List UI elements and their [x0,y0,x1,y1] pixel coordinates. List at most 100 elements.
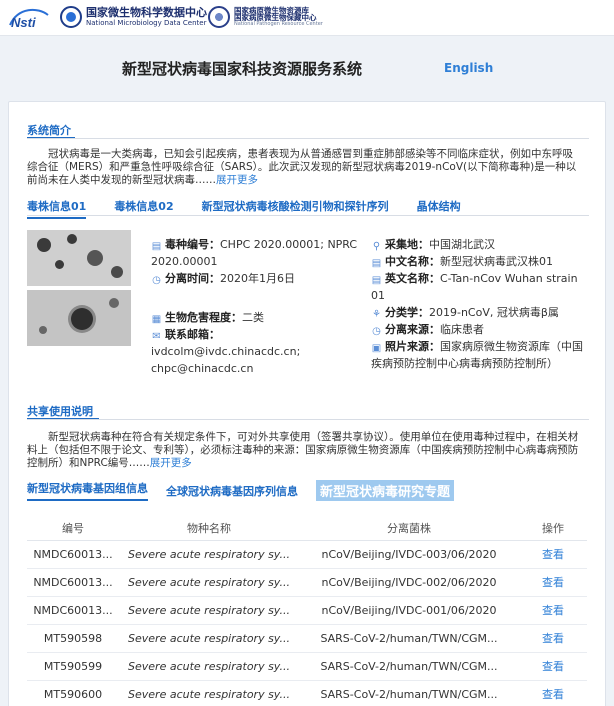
info-collection-place: ⚲ 采集地：中国湖北武汉 [371,236,583,253]
table-row: NMDC60013... Severe acute respiratory sy… [27,568,587,597]
info-value: 2020年1月6日 [220,272,295,285]
cell-species: Severe acute respiratory sy... [119,680,299,706]
electron-micrograph-2 [27,290,131,346]
page-title: 新型冠状病毒国家科技资源服务系统 [122,60,363,78]
info-biohazard-level: ▦ 生物危害程度：二类 [151,309,361,326]
cell-strain: nCoV/Beijing/IVDC-001/06/2020 [299,596,519,625]
clock-icon: ◷ [152,275,161,286]
info-label: 分离时间： [165,272,220,285]
genome-info-link[interactable]: 新型冠状病毒基因组信息 [27,480,148,501]
nprc-emblem-icon [208,6,230,28]
svg-text:Nsti: Nsti [11,15,36,30]
info-taxonomy: ⚘ 分类学：2019-nCoV, 冠状病毒β属 [371,304,583,321]
info-label: 毒种编号： [165,238,220,251]
info-contact-email: ✉ 联系邮箱： ivdcolm@ivdc.chinacdc.cn; chpc@chi… [151,326,361,377]
info-label: 照片来源： [385,340,440,353]
info-chinese-name: ▤ 中文名称：新型冠状病毒武汉株01 [371,253,583,270]
info-label: 英文名称： [385,272,440,285]
info-value: 2019-nCoV, 冠状病毒β属 [429,306,559,319]
intro-text: 冠状病毒是一大类病毒，已知会引起疾病，患者表现为从普通感冒到重症肺部感染等不同临… [27,148,583,187]
cell-id: NMDC60013... [27,540,119,569]
info-value: 临床患者 [440,323,484,336]
research-topic-link[interactable]: 新型冠状病毒研究专题 [316,480,455,501]
cell-id: NMDC60013... [27,568,119,597]
view-link[interactable]: 查看 [519,680,587,706]
col-header-species: 物种名称 [119,516,299,541]
strain-info-right: ⚲ 采集地：中国湖北武汉 ▤ 中文名称：新型冠状病毒武汉株01 ▤ 英文名称：C-Ta… [371,236,583,372]
nprc-logo[interactable]: 国家病原微生物资源库 国家病原微生物保藏中心 National Pathogen… [208,6,323,28]
share-divider [27,419,589,420]
info-label: 生物危害程度： [165,311,242,324]
resource-links: 新型冠状病毒基因组信息 全球冠状病毒基因序列信息 新型冠状病毒研究专题 [27,480,455,501]
top-logo-bar: Nsti 国家微生物科学数据中心 National Microbiology D… [0,0,614,36]
main-card: 系统简介 冠状病毒是一大类病毒，已知会引起疾病，患者表现为从普通感冒到重症肺部感… [8,101,606,706]
table-row: NMDC60013... Severe acute respiratory sy… [27,540,587,569]
info-value: 新型冠状病毒武汉株01 [440,255,553,268]
mail-icon: ✉ [152,331,161,342]
cell-id: MT590600 [27,680,119,706]
share-heading: 共享使用说明 [27,405,93,418]
info-label: 中文名称： [385,255,440,268]
tree-icon: ⚘ [372,309,381,320]
info-photo-source: ▣ 照片来源：国家病原微生物资源库（中国疾病预防控制中心病毒病预防控制所） [371,338,583,372]
info-english-name: ▤ 英文名称：C-Tan-nCov Wuhan strain 01 [371,270,583,304]
view-link[interactable]: 查看 [519,568,587,597]
col-header-strain: 分离菌株 [299,516,519,541]
cell-strain: SARS-CoV-2/human/TWN/CGM... [299,652,519,681]
view-link[interactable]: 查看 [519,596,587,625]
info-strain-id: ▤ 毒种编号：CHPC 2020.00001; NPRC 2020.00001 [151,236,361,270]
share-text: 新型冠状病毒种在符合有关规定条件下，可对外共享使用（签署共享协议）。使用单位在使… [27,431,583,470]
info-isolation-date: ◷ 分离时间：2020年1月6日 [151,270,361,287]
doc-icon: ▤ [371,258,382,269]
english-link[interactable]: English [444,61,493,75]
cell-species: Severe acute respiratory sy... [119,652,299,681]
nmdc-name-en: National Microbiology Data Center [86,19,207,27]
nmdc-name-cn: 国家微生物科学数据中心 [86,6,207,19]
contact-email-link[interactable]: ivdcolm@ivdc.chinacdc.cn; chpc@chinacdc.… [151,345,300,375]
cell-id: MT590599 [27,652,119,681]
intro-heading: 系统简介 [27,124,71,137]
table-row: NMDC60013... Severe acute respiratory sy… [27,596,587,625]
info-value: 二类 [242,311,264,324]
cell-strain: nCoV/Beijing/IVDC-003/06/2020 [299,540,519,569]
doc-icon: ▤ [151,241,162,252]
table-row: MT590599 Severe acute respiratory sy... … [27,652,587,681]
share-more-link[interactable]: 展开更多 [150,457,192,469]
doc-icon: ▤ [371,275,382,286]
cell-id: NMDC60013... [27,596,119,625]
table-row: MT590600 Severe acute respiratory sy... … [27,680,587,706]
intro-divider [27,138,589,139]
cell-strain: SARS-CoV-2/human/TWN/CGM... [299,680,519,706]
info-isolation-source: ◷ 分离来源：临床患者 [371,321,583,338]
strain-info-left: ▤ 毒种编号：CHPC 2020.00001; NPRC 2020.00001 ◷… [151,236,361,377]
cell-id: MT590598 [27,624,119,653]
share-text-body: 新型冠状病毒种在符合有关规定条件下，可对外共享使用（签署共享协议）。使用单位在使… [27,431,579,469]
table-header-row: 编号 物种名称 分离菌株 操作 [27,516,587,541]
nmdc-emblem-icon [60,6,82,28]
cell-strain: SARS-CoV-2/human/TWN/CGM... [299,624,519,653]
clock-icon: ◷ [372,326,381,337]
view-link[interactable]: 查看 [519,652,587,681]
pin-icon: ⚲ [372,241,381,252]
info-value: 中国湖北武汉 [429,238,495,251]
intro-more-link[interactable]: 展开更多 [216,174,258,186]
tabs-divider [27,215,589,216]
grid-icon: ▦ [151,314,162,325]
info-label: 联系邮箱： [165,328,220,341]
view-link[interactable]: 查看 [519,540,587,569]
cell-species: Severe acute respiratory sy... [119,624,299,653]
cell-strain: nCoV/Beijing/IVDC-002/06/2020 [299,568,519,597]
nprc-name-en: National Pathogen Resource Center [234,21,323,28]
nmdc-logo[interactable]: 国家微生物科学数据中心 National Microbiology Data C… [60,6,207,28]
info-label: 分类学： [385,306,429,319]
info-label: 采集地： [385,238,429,251]
electron-micrograph-1 [27,230,131,286]
intro-text-body: 冠状病毒是一大类病毒，已知会引起疾病，患者表现为从普通感冒到重症肺部感染等不同临… [27,148,577,186]
col-header-action: 操作 [519,516,587,541]
global-sequence-link[interactable]: 全球冠状病毒基因序列信息 [166,483,298,499]
col-header-id: 编号 [27,516,119,541]
nsti-logo[interactable]: Nsti [8,5,50,31]
table-row: MT590598 Severe acute respiratory sy... … [27,624,587,653]
view-link[interactable]: 查看 [519,624,587,653]
genome-table: 编号 物种名称 分离菌株 操作 NMDC60013... Severe acut… [27,516,587,706]
